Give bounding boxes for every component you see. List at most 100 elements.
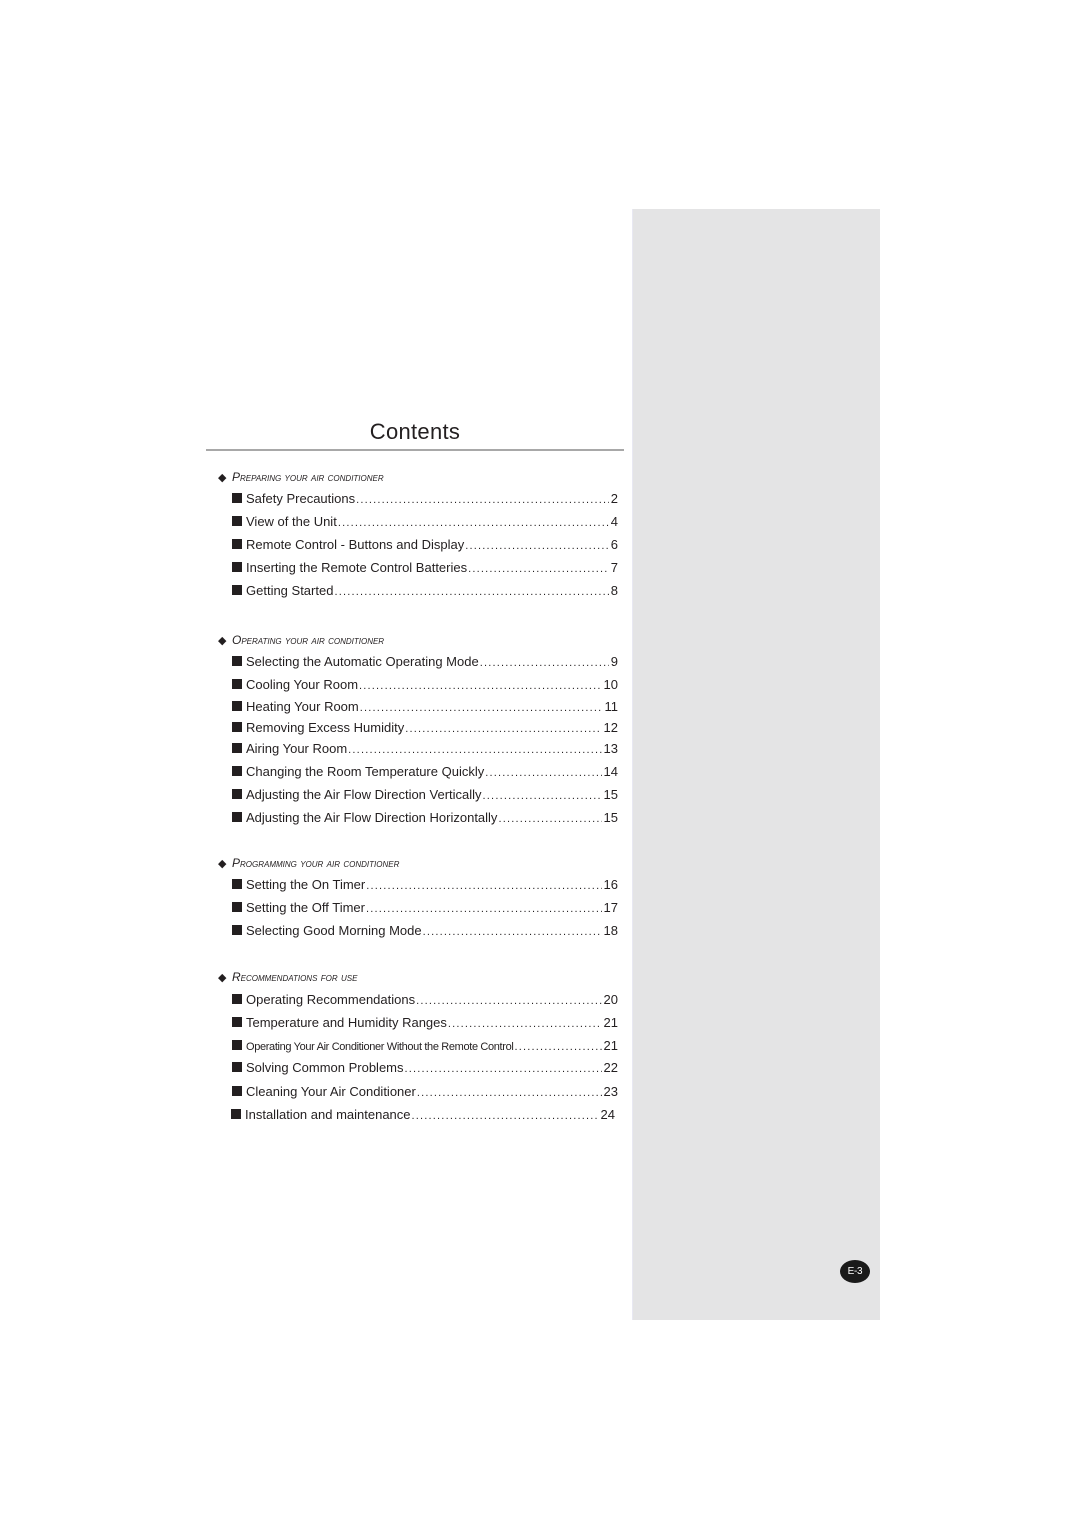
dot-leader [338, 514, 609, 532]
entry-label: Selecting Good Morning Mode [246, 923, 422, 938]
dot-leader [498, 810, 601, 828]
dot-leader [468, 560, 609, 578]
entry-page: 24 [600, 1107, 615, 1122]
toc-entry[interactable]: Operating Recommendations 20 [232, 991, 618, 1009]
entry-page: 6 [610, 537, 618, 552]
entry-page: 2 [610, 491, 618, 506]
entry-page: 20 [603, 992, 618, 1007]
toc-entry[interactable]: Cleaning Your Air Conditioner 23 [232, 1083, 618, 1101]
dot-leader [405, 720, 601, 738]
section-heading-recommendations: ◆ Recommendations for use [218, 970, 358, 984]
square-bullet-icon [232, 766, 242, 776]
entry-label: Heating Your Room [246, 699, 359, 714]
dot-leader [448, 1015, 602, 1033]
toc-entry[interactable]: Temperature and Humidity Ranges 21 [232, 1014, 618, 1032]
entry-page: 7 [610, 560, 618, 575]
toc-entry[interactable]: Airing Your Room 13 [232, 740, 618, 758]
toc-entry[interactable]: Changing the Room Temperature Quickly 14 [232, 763, 618, 781]
dot-leader [334, 583, 608, 601]
diamond-icon: ◆ [218, 972, 227, 984]
dot-leader [348, 741, 601, 759]
square-bullet-icon [232, 812, 242, 822]
page-number-badge: E-3 [840, 1260, 870, 1283]
entry-label: Remote Control - Buttons and Display [246, 537, 465, 552]
toc-entry[interactable]: Solving Common Problems 22 [232, 1059, 618, 1077]
toc-entry[interactable]: Adjusting the Air Flow Direction Horizon… [232, 809, 618, 827]
toc-entry[interactable]: Remote Control - Buttons and Display 6 [232, 536, 618, 554]
square-bullet-icon [232, 539, 242, 549]
page-title: Contents [369, 419, 461, 444]
dot-leader [417, 1084, 602, 1102]
dot-leader [366, 900, 602, 918]
entry-page: 9 [610, 654, 618, 669]
toc-entry[interactable]: Heating Your Room 11 [232, 698, 618, 716]
diamond-icon: ◆ [218, 635, 227, 647]
diamond-icon: ◆ [218, 472, 227, 484]
entry-page: 10 [603, 677, 618, 692]
entry-label: Inserting the Remote Control Batteries [246, 560, 468, 575]
square-bullet-icon [232, 925, 242, 935]
entry-page: 22 [603, 1060, 618, 1075]
entry-page: 8 [610, 583, 618, 598]
entry-page: 16 [603, 877, 618, 892]
square-bullet-icon [232, 701, 242, 711]
entry-page: 11 [604, 699, 619, 714]
square-bullet-icon [232, 516, 242, 526]
entry-page: 17 [603, 900, 618, 915]
square-bullet-icon [232, 743, 242, 753]
entry-label: Operating Recommendations [246, 992, 416, 1007]
toc-entry[interactable]: Setting the On Timer 16 [232, 876, 618, 894]
entry-page: 15 [603, 810, 618, 825]
square-bullet-icon [232, 493, 242, 503]
section-heading-operating: ◆ Operating your air conditioner [218, 633, 385, 647]
entry-label: Setting the Off Timer [246, 900, 365, 915]
section-heading-preparing: ◆ Preparing your air conditioner [218, 470, 384, 484]
entry-label: View of the Unit [246, 514, 337, 529]
entry-label: Operating Your Air Conditioner Without t… [246, 1041, 514, 1053]
dot-leader [356, 491, 609, 509]
entry-label: Changing the Room Temperature Quickly [246, 764, 485, 779]
dot-leader [514, 1038, 601, 1056]
toc-entry[interactable]: Getting Started 8 [232, 582, 618, 600]
entry-page: 21 [603, 1015, 618, 1030]
toc-entry[interactable]: Adjusting the Air Flow Direction Vertica… [232, 786, 618, 804]
dot-leader [366, 877, 601, 895]
dot-leader [423, 923, 602, 941]
toc-entry[interactable]: Setting the Off Timer 17 [232, 899, 618, 917]
toc-entry[interactable]: Safety Precautions 2 [232, 490, 618, 508]
dot-leader [416, 992, 601, 1010]
square-bullet-icon [232, 994, 242, 1004]
entry-label: Removing Excess Humidity [246, 720, 405, 735]
square-bullet-icon [232, 679, 242, 689]
toc-entry[interactable]: View of the Unit 4 [232, 513, 618, 531]
square-bullet-icon [232, 1017, 242, 1027]
dot-leader [412, 1107, 599, 1125]
dot-leader [480, 654, 609, 672]
entry-label: Temperature and Humidity Ranges [246, 1015, 447, 1030]
square-bullet-icon [232, 902, 242, 912]
toc-entry[interactable]: Selecting the Automatic Operating Mode 9 [232, 653, 618, 671]
toc-entry[interactable]: Cooling Your Room 10 [232, 676, 618, 694]
toc-entry[interactable]: Operating Your Air Conditioner Without t… [232, 1037, 618, 1055]
entry-label: Adjusting the Air Flow Direction Vertica… [246, 787, 482, 802]
entry-page: 4 [610, 514, 618, 529]
toc-entry[interactable]: Inserting the Remote Control Batteries 7 [232, 559, 618, 577]
square-bullet-icon [232, 879, 242, 889]
square-bullet-icon [232, 1062, 242, 1072]
section-heading-programming: ◆ Programming your air conditioner [218, 856, 400, 870]
side-panel [632, 209, 880, 1320]
square-bullet-icon [232, 656, 242, 666]
entry-page: 14 [603, 764, 618, 779]
entry-page: 21 [603, 1038, 618, 1053]
dot-leader [405, 1060, 602, 1078]
toc-entry[interactable]: Removing Excess Humidity 12 [232, 719, 618, 737]
square-bullet-icon [232, 789, 242, 799]
toc-entry[interactable]: Selecting Good Morning Mode 18 [232, 922, 618, 940]
toc-entry[interactable]: Installation and maintenance 24 [231, 1106, 615, 1124]
square-bullet-icon [232, 562, 242, 572]
entry-page: 12 [603, 720, 618, 735]
square-bullet-icon [232, 1086, 242, 1096]
entry-page: 13 [603, 741, 618, 756]
square-bullet-icon [232, 722, 242, 732]
entry-label: Setting the On Timer [246, 877, 366, 892]
